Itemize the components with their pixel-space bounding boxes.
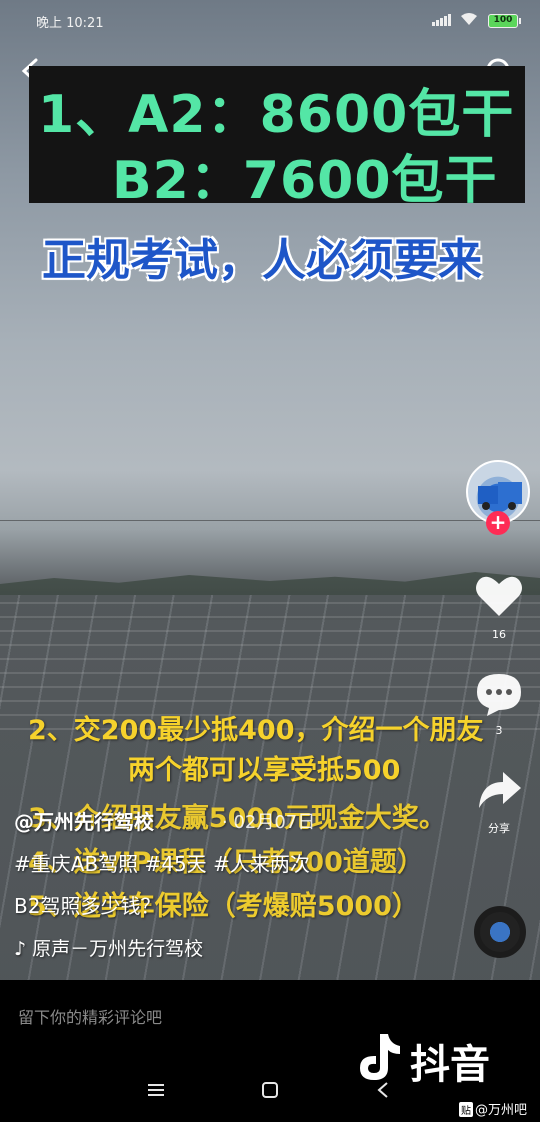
watermark-text: @万州吧	[475, 1103, 528, 1118]
signal-icon	[432, 14, 452, 26]
promo-line: 两个都可以享受抵500	[128, 755, 401, 786]
status-time: 晚上 10:21	[36, 16, 104, 31]
subtitle: 正规考试，人必须要来	[42, 235, 482, 286]
share-label: 分享	[488, 822, 510, 835]
battery-icon: 100	[488, 14, 521, 28]
promo-line: 2、交200最少抵400，介绍一个朋友	[28, 715, 484, 746]
status-bar: 晚上 10:21 100	[0, 0, 540, 42]
menu-icon[interactable]	[146, 1082, 166, 1098]
home-icon[interactable]	[260, 1080, 280, 1100]
post-date: · 02月07日	[222, 812, 316, 833]
comment-input[interactable]: 留下你的精彩评论吧	[18, 1004, 162, 1028]
headline-line-2: B2：7600包干	[112, 151, 498, 211]
author-name[interactable]: @万州先行驾校	[14, 806, 154, 835]
post-tags[interactable]: #重庆AB驾照 #45天 #人来两次	[14, 848, 310, 877]
share-icon[interactable]	[473, 764, 525, 816]
post-description: B2驾照多少钱？	[14, 894, 161, 918]
comment-count: 3	[495, 724, 503, 737]
power-line	[0, 520, 540, 521]
heart-icon[interactable]	[473, 570, 525, 622]
comment-icon[interactable]	[473, 668, 525, 720]
tieba-badge: 贴	[459, 1102, 473, 1117]
watermark: 贴 @万州吧	[455, 1098, 532, 1118]
music-disc-icon[interactable]	[474, 906, 526, 958]
follow-button[interactable]: +	[486, 511, 510, 535]
headline-line-1: 1、A2：8600包干	[38, 85, 515, 145]
nav-back-icon[interactable]	[376, 1080, 390, 1100]
music-label[interactable]: ♪ 原声－万州先行驾校	[14, 934, 203, 961]
wifi-icon	[460, 12, 478, 30]
like-count: 16	[492, 628, 506, 641]
